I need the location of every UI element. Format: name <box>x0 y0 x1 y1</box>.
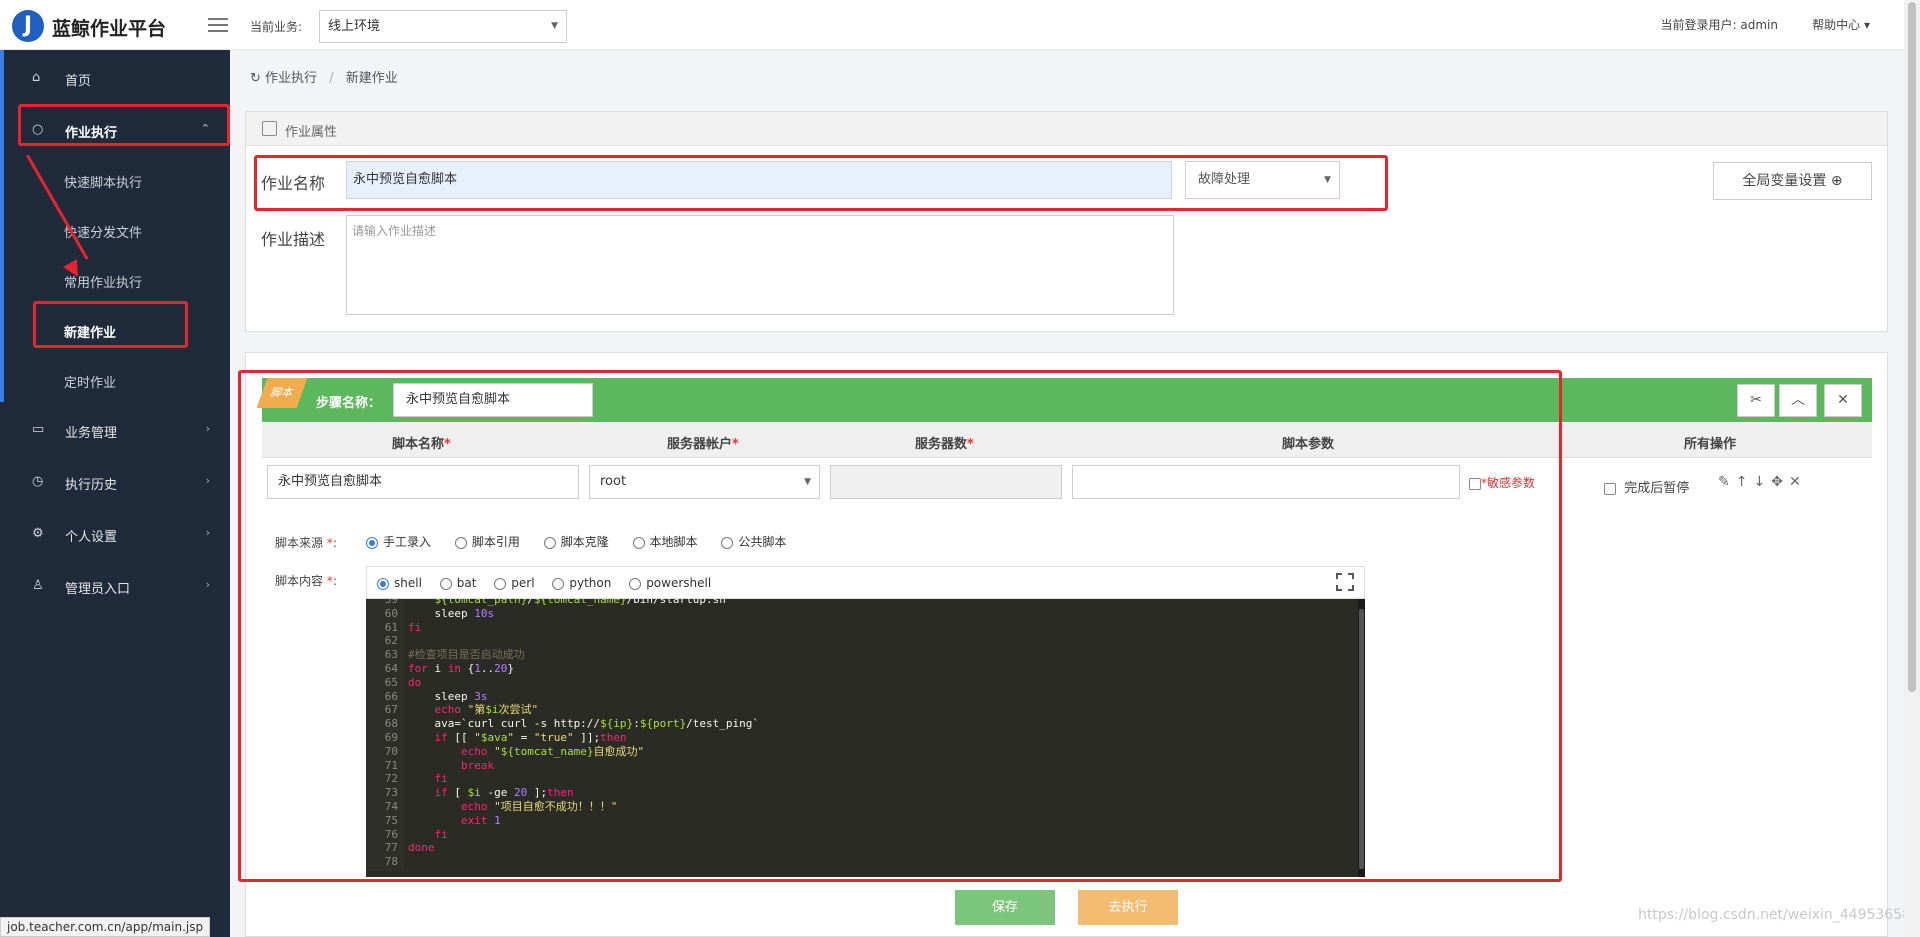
help-center-menu[interactable]: 帮助中心 ▾ <box>1812 16 1870 33</box>
breadcrumb-parent[interactable]: 作业执行 <box>265 71 317 86</box>
close-icon[interactable]: ✕ <box>1824 384 1862 417</box>
global-var-label: 全局变量设置 <box>1742 173 1827 189</box>
sidebar-item-history[interactable]: ◷ 执行历史 › <box>0 458 230 506</box>
annotation-box-step <box>238 370 1562 882</box>
global-var-button[interactable]: 全局变量设置 ⊕ <box>1713 162 1872 200</box>
chevron-right-icon: › <box>205 474 210 487</box>
page-scrollbar[interactable] <box>1904 0 1920 937</box>
caret-down-icon: ▾ <box>1863 18 1870 32</box>
home-icon: ⌂ <box>32 70 41 85</box>
help-center-label: 帮助中心 <box>1812 18 1861 32</box>
sidebar-sub-quick-file[interactable]: 快速分发文件 <box>0 204 230 254</box>
chevron-right-icon: › <box>205 578 210 591</box>
checkbox-icon <box>1604 482 1616 495</box>
move-icon[interactable]: ✥ <box>1771 474 1789 490</box>
job-desc-label: 作业描述 <box>261 230 326 249</box>
arrow-down-icon[interactable]: ↓ <box>1753 474 1771 490</box>
chevron-right-icon: › <box>205 526 210 539</box>
arrow-up-icon[interactable]: ↑ <box>1736 474 1754 490</box>
annotation-box-new-job <box>33 301 188 348</box>
download-circle-icon: ⊕ <box>1830 173 1843 189</box>
edit-icon[interactable]: ✎ <box>1718 474 1736 490</box>
annotation-box-job-name <box>254 155 1388 211</box>
done-pause-checkbox[interactable]: 完成后暂停 <box>1604 477 1689 496</box>
sidebar-item-label: 个人设置 <box>65 530 118 545</box>
menu-toggle-icon[interactable] <box>208 18 228 34</box>
sidebar-sub-scheduled-job[interactable]: 定时作业 <box>0 354 230 404</box>
sidebar-item-label: 执行历史 <box>65 478 118 493</box>
sidebar-sub-quick-script[interactable]: 快速脚本执行 <box>0 154 230 204</box>
status-url: job.teacher.com.cn/app/main.jsp <box>0 917 211 937</box>
top-bar: J 蓝鲸作业平台 当前业务: 线上环境 ▼ 当前登录用户: admin 帮助中心 … <box>0 0 1904 50</box>
col-all-actions: 所有操作 <box>1684 437 1737 452</box>
sidebar-item-settings[interactable]: ⚙ 个人设置 › <box>0 510 230 558</box>
sidebar-item-biz-mgmt[interactable]: ▭ 业务管理 › <box>0 406 230 454</box>
biz-select-value: 线上环境 <box>328 19 381 34</box>
annotation-box-job-exec <box>18 104 230 146</box>
caret-down-icon: ▼ <box>551 21 558 31</box>
scissors-icon[interactable]: ✂ <box>1737 384 1775 417</box>
done-pause-label: 完成后暂停 <box>1624 481 1690 496</box>
edit-icon <box>262 121 277 136</box>
sidebar: ⌂ 首页 ○ 作业执行 ⌃ 快速脚本执行 快速分发文件 常用作业执行 新建作业 … <box>0 50 230 937</box>
refresh-icon: ↻ <box>250 71 261 86</box>
chevron-right-icon: › <box>205 422 210 435</box>
biz-label: 当前业务: <box>250 20 303 34</box>
watermark: https://blog.csdn.net/weixin_44953658 <box>1638 907 1912 923</box>
clock-icon: ◷ <box>32 474 44 489</box>
sidebar-item-label: 首页 <box>65 74 92 89</box>
close-icon[interactable]: ✕ <box>1789 474 1807 490</box>
biz-select[interactable]: 线上环境 ▼ <box>319 10 567 43</box>
user-icon: ♙ <box>32 578 44 593</box>
breadcrumb: ↻ 作业执行 / 新建作业 <box>250 67 398 86</box>
gear-icon: ⚙ <box>32 526 44 541</box>
logo-icon: J <box>12 10 44 42</box>
job-props-title: 作业属性 <box>285 125 338 140</box>
sidebar-item-label: 管理员入口 <box>65 582 131 597</box>
sub-item-label: 定时作业 <box>64 376 117 391</box>
app-title: 蓝鲸作业平台 <box>52 18 167 40</box>
save-button[interactable]: 保存 <box>955 890 1055 925</box>
execute-button[interactable]: 去执行 <box>1078 890 1178 925</box>
chevron-up-icon[interactable]: ︿ <box>1779 384 1817 417</box>
sidebar-sub-common-job[interactable]: 常用作业执行 <box>0 254 230 304</box>
briefcase-icon: ▭ <box>32 422 45 437</box>
current-user: 当前登录用户: admin <box>1660 18 1778 32</box>
job-props-header: 作业属性 <box>246 112 1887 146</box>
row-actions: ✎↑↓✥✕ <box>1718 474 1807 490</box>
sidebar-item-admin[interactable]: ♙ 管理员入口 › <box>0 562 230 610</box>
breadcrumb-current: 新建作业 <box>345 71 398 86</box>
sidebar-item-home[interactable]: ⌂ 首页 <box>0 54 230 102</box>
job-desc-textarea[interactable]: 请输入作业描述 <box>346 215 1174 315</box>
sidebar-item-label: 业务管理 <box>65 426 118 441</box>
breadcrumb-separator: / <box>329 71 334 86</box>
sub-item-label: 快速脚本执行 <box>64 176 143 191</box>
